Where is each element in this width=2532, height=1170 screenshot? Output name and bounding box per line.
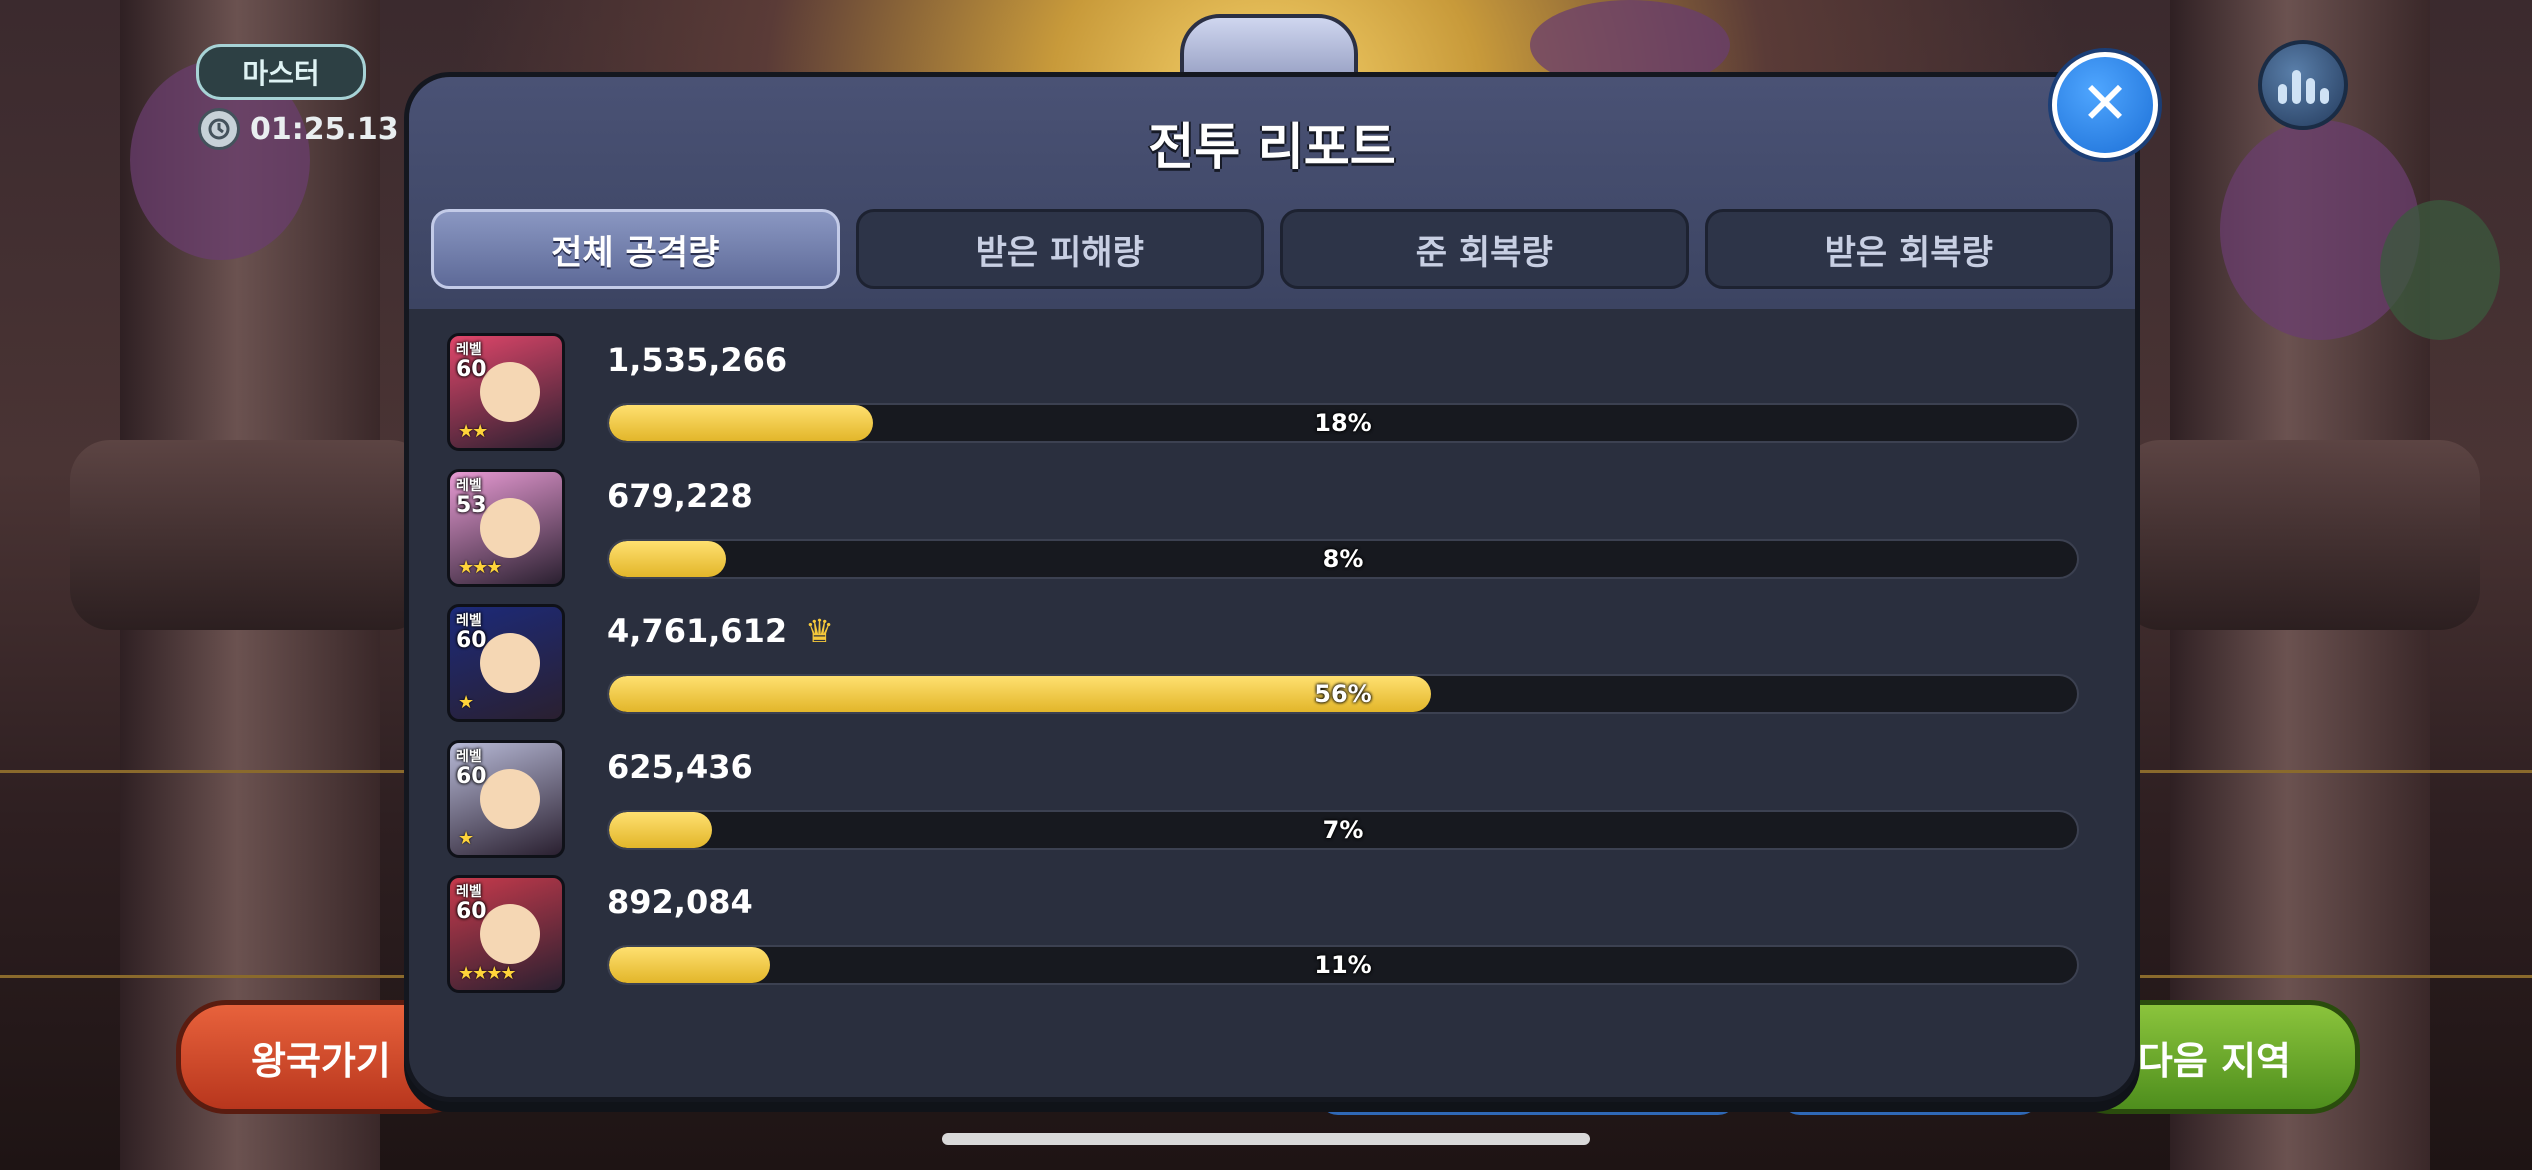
percent-label: 7% [1322,815,1364,844]
report-tabs: 전체 공격량 받은 피해량 준 회복량 받은 회복량 [431,209,2113,289]
tab-total-damage[interactable]: 전체 공격량 [431,209,840,289]
damage-share-bar: 11% [607,945,2079,985]
percent-label: 8% [1322,544,1364,573]
stats-button[interactable] [2258,40,2348,130]
avatar-face [480,768,540,829]
star-rating: ★ [458,827,474,849]
close-button[interactable]: ✕ [2052,52,2158,158]
crown-icon: ♛ [805,612,834,650]
level-label: 레벨 60 [456,613,487,653]
amount-text: 1,535,266 [607,341,788,379]
stats-icon [2305,78,2315,104]
amount-text: 625,436 [607,747,753,786]
stats-icon [2291,70,2301,104]
tab-healing-done[interactable]: 준 회복량 [1280,209,1689,289]
report-row: 레벨 60 ★ 4,761,612 ♛ 56% [409,594,2135,730]
stats-icon [2277,84,2287,104]
timer-text: 01:25.13 [250,111,399,147]
report-row: 레벨 60 ★★ 1,535,266 18% [409,323,2135,459]
level-label: 레벨 60 [456,748,487,789]
close-icon: ✕ [2080,69,2130,137]
left-pillar-base [70,440,430,630]
difficulty-badge: 마스터 [196,44,366,100]
avatar-face [480,497,540,558]
report-list: 레벨 60 ★★ 1,535,266 18% 레벨 53 ★★★ 679,228 8… [409,309,2135,1001]
damage-amount: 4,761,612 ♛ [607,612,834,650]
amount-text: 4,761,612 [607,612,788,650]
level-label: 레벨 53 [456,477,487,518]
cookie-avatar[interactable]: 레벨 53 ★★★ [447,468,565,587]
cookie-avatar[interactable]: 레벨 60 ★★★★ [447,875,565,993]
cookie-avatar[interactable]: 레벨 60 ★★ [447,333,565,451]
right-pillar-base [2120,440,2480,630]
battle-report-modal: 전투 리포트 전체 공격량 받은 피해량 준 회복량 받은 회복량 레벨 60 ★… [404,72,2140,1102]
report-row: 레벨 60 ★ 625,436 7% [409,730,2135,866]
amount-text: 679,228 [607,476,753,515]
report-row: 레벨 53 ★★★ 679,228 8% [409,459,2135,595]
foliage [2380,200,2500,340]
damage-share-bar: 18% [607,403,2079,443]
star-rating: ★★★ [458,556,502,578]
modal-title: 전투 리포트 [1148,118,1396,176]
percent-label: 56% [1314,680,1372,708]
amount-text: 892,084 [607,883,753,921]
damage-amount: 1,535,266 [607,341,787,379]
damage-share-bar: 56% [607,674,2079,714]
report-row: 레벨 60 ★★★★ 892,084 11% [409,865,2135,1001]
percent-label: 11% [1314,951,1372,979]
level-label: 레벨 60 [456,342,487,382]
modal-header: 전투 리포트 전체 공격량 받은 피해량 준 회복량 받은 회복량 [409,77,2135,309]
star-rating: ★ [458,692,474,713]
star-rating: ★★★★ [458,963,517,984]
damage-amount: 625,436 [607,748,753,786]
avatar-face [480,633,540,693]
damage-share-bar: 7% [607,809,2079,850]
star-rating: ★★ [458,421,488,442]
damage-amount: 892,084 [607,883,753,921]
tab-damage-taken[interactable]: 받은 피해량 [855,209,1264,289]
percent-label: 18% [1314,409,1372,437]
avatar-face [480,904,540,964]
cookie-avatar[interactable]: 레벨 60 ★ [447,604,565,722]
cookie-avatar[interactable]: 레벨 60 ★ [447,739,565,858]
avatar-face [480,362,540,422]
home-indicator[interactable] [942,1133,1590,1145]
level-label: 레벨 60 [456,884,487,924]
tab-healing-received[interactable]: 받은 회복량 [1704,209,2113,289]
damage-amount: 679,228 [607,477,753,515]
damage-share-bar: 8% [607,538,2079,579]
clock-icon [198,108,240,150]
battle-timer: 01:25.13 [198,108,399,150]
stats-icon [2319,88,2329,104]
